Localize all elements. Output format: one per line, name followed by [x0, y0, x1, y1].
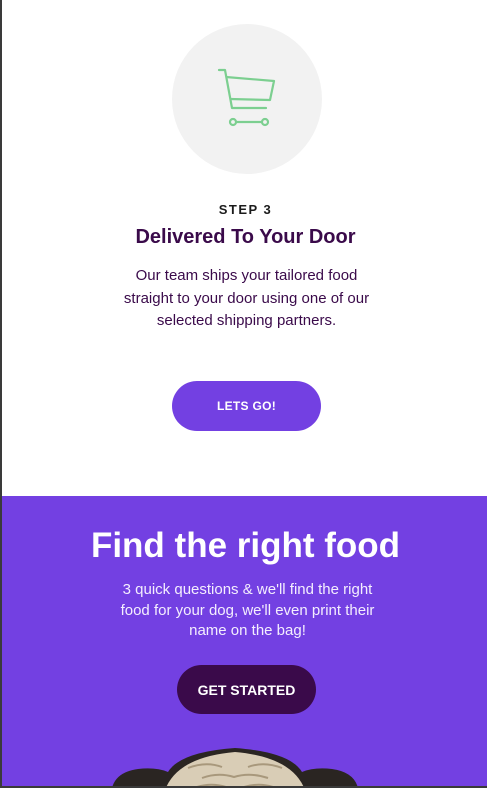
icon-circle — [172, 24, 322, 174]
step-section: STEP 3 Delivered To Your Door Our team s… — [2, 0, 487, 496]
pug-dog-image — [112, 748, 358, 786]
cta-title: Find the right food — [90, 526, 401, 565]
find-food-section: Find the right food 3 quick questions & … — [2, 496, 487, 786]
lets-go-button[interactable]: LETS GO! — [172, 381, 321, 431]
step-description: Our team ships your tailored food straig… — [123, 267, 370, 329]
step-label: STEP 3 — [218, 202, 273, 217]
get-started-button[interactable]: GET STARTED — [177, 665, 316, 714]
step-title: Delivered To Your Door — [135, 226, 356, 248]
page-frame: STEP 3 Delivered To Your Door Our team s… — [0, 0, 487, 788]
shopping-cart-icon — [217, 68, 276, 127]
cta-description: 3 quick questions & we'll find the right… — [120, 581, 375, 639]
